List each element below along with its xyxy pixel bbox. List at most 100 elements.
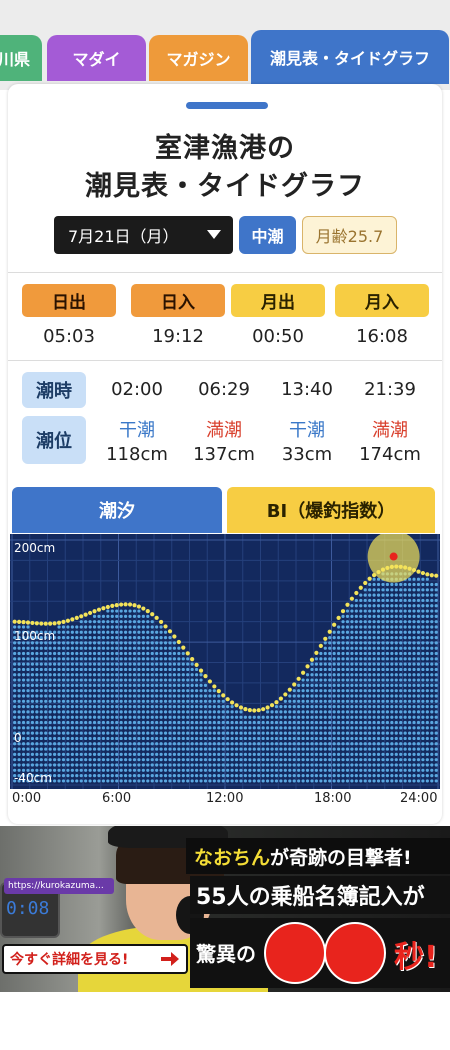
tide-fill-dot [124,683,128,687]
tide-fill-dot [390,604,394,608]
tide-fill-dot [124,768,128,772]
tab-prefecture[interactable]: 川県 [0,35,42,81]
tide-fill-dot [203,715,208,719]
tide-fill-dot [208,689,212,693]
tide-fill-dot [408,768,412,772]
tide-fill-dot [385,604,390,608]
tide-line-dot [243,707,248,712]
tide-fill-dot [17,646,21,650]
tide-fill-dot [163,726,168,730]
tide-fill-dot [53,678,57,682]
tide-fill-dot [416,731,421,735]
tide-fill-dot [425,657,429,661]
tide-fill-dot [390,694,394,698]
tide-fill-dot [328,742,332,746]
tide-fill-dot [283,763,287,767]
tide-fill-dot [381,726,385,730]
tide-fill-dot [372,720,376,725]
tide-fill-dot [408,715,412,719]
tide-fill-dot [84,726,88,730]
tide-fill-dot [88,667,92,672]
tide-fill-dot [159,710,163,714]
tide-fill-dot [92,731,97,735]
tide-fill-dot [399,625,403,629]
tab-madai[interactable]: マダイ [47,35,146,81]
tide-fill-dot [92,720,97,725]
tide-fill-dot [257,726,261,730]
tide-fill-dot [163,779,168,783]
ad-cta-button[interactable]: 今すぐ詳細を見る! [2,944,188,974]
tide-fill-dot [199,689,203,693]
tide-fill-dot [217,710,221,714]
tide-fill-dot [381,699,385,703]
tide-fill-dot [141,657,145,661]
tide-fill-dot [368,582,372,587]
tide-line-dot [185,651,190,656]
tide-fill-dot [257,736,261,741]
tide-fill-dot [159,630,163,634]
tab-tide-graph[interactable]: 潮汐 [12,487,222,533]
tide-fill-dot [230,779,234,783]
tide-fill-dot [115,694,119,698]
tide-fill-dot [61,720,66,725]
tide-fill-dot [421,742,425,746]
tide-fill-dot [48,694,52,698]
tide-fill-dot [230,768,234,772]
tide-fill-dot [70,641,74,645]
tide-fill-dot [381,657,385,661]
tide-fill-dot [310,683,314,687]
tide-fill-dot [297,726,301,730]
tide-fill-dot [350,710,354,714]
tide-fill-dot [97,720,101,725]
tab-magazine[interactable]: マガジン [149,35,248,81]
tide-fill-dot [421,588,425,592]
tide-fill-dot [226,736,230,741]
tide-fill-dot [354,667,358,672]
tide-fill-dot [226,768,230,772]
tide-fill-dot [270,774,274,778]
tide-fill-dot [412,768,416,772]
tide-fill-dot [221,768,225,772]
tide-fill-dot [350,689,354,693]
tide-fill-dot [159,726,163,730]
tide-fill-dot [199,683,203,687]
tide-fill-dot [172,657,177,661]
tide-fill-dot [430,726,434,730]
tide-fill-dot [13,673,17,677]
tide-fill-dot [430,657,434,661]
tide-fill-dot [257,742,261,746]
tab-bi-index[interactable]: BI（爆釣指数） [227,487,435,533]
tab-tide-table[interactable]: 潮見表・タイドグラフ [251,30,449,84]
tide-fill-dot [305,768,310,772]
tide-fill-dot [337,641,341,645]
tide-fill-dot [394,598,398,603]
tide-fill-dot [119,752,123,756]
tide-fill-dot [337,731,341,735]
tide-fill-dot [416,593,421,597]
tide-fill-dot [372,604,376,608]
tide-fill-dot [376,604,381,608]
tide-fill-dot [163,651,168,656]
tide-fill-dot [128,726,132,730]
tide-fill-dot [345,763,350,767]
tide-fill-dot [261,726,265,730]
tide-fill-dot [88,747,92,751]
tide-fill-dot [434,598,438,603]
tide-fill-dot [416,694,421,698]
tide-fill-dot [434,715,438,719]
tide-fill-dot [17,715,21,719]
tide-fill-dot [350,657,354,661]
tide-fill-dot [141,673,145,677]
tide-fill-dot [337,726,341,730]
tide-fill-dot [332,779,336,783]
ad-banner[interactable]: 0:08 https://kurokazuma... なおちん が奇跡の目撃者! … [0,826,450,992]
tide-fill-dot [350,646,354,650]
tide-fill-dot [372,593,376,597]
date-select[interactable]: 7月21日（月） [54,216,233,254]
tide-fill-dot [416,609,421,613]
x-tick-label: 6:00 [102,791,132,806]
tide-fill-dot [305,731,310,735]
tide-fill-dot [177,742,181,746]
tide-fill-dot [21,747,26,751]
tide-fill-dot [146,726,150,730]
